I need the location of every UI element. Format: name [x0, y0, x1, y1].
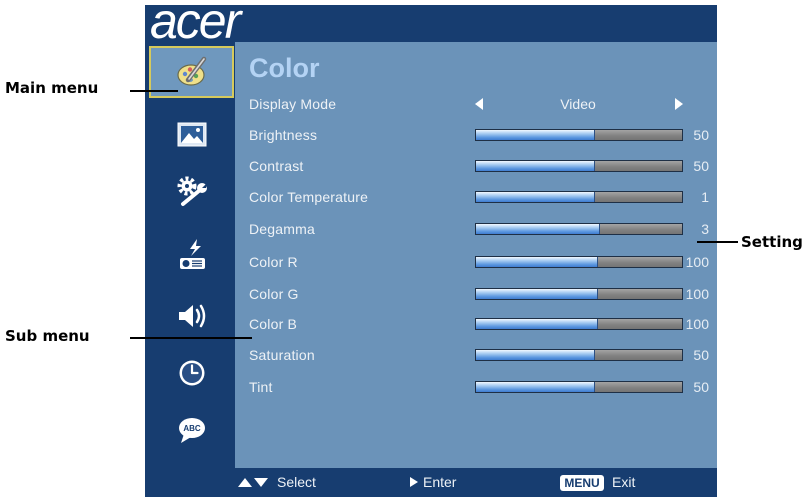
- color-g-slider[interactable]: [475, 288, 683, 300]
- timer-icon: [179, 360, 204, 386]
- slider-fill: [476, 319, 598, 329]
- setting-row-saturation[interactable]: Saturation 50: [249, 347, 709, 363]
- settings-icon: [177, 176, 208, 206]
- slider-fill: [476, 350, 596, 360]
- osd-header: acer: [145, 5, 717, 42]
- sub-menu-panel: Color Display Mode Video Brightness 50 C…: [235, 42, 717, 468]
- slider-fill: [476, 382, 596, 392]
- contrast-slider[interactable]: [475, 160, 683, 172]
- osd-menu: acer ABC Color Display Mode Video Bright…: [145, 5, 717, 497]
- callout-line-sub-menu: [130, 337, 252, 339]
- setting-label: Contrast: [249, 158, 304, 174]
- callout-line-main-menu: [130, 90, 178, 92]
- setting-value: 50: [693, 347, 709, 363]
- display-mode-next-button[interactable]: [675, 96, 687, 112]
- setting-value: 100: [685, 286, 709, 302]
- footer-enter-hint: Enter: [423, 474, 457, 490]
- main-menu-item-language[interactable]: ABC: [149, 404, 234, 456]
- tint-slider[interactable]: [475, 381, 683, 393]
- color-r-slider[interactable]: [475, 256, 683, 268]
- setting-row-color-g[interactable]: Color G 100: [249, 286, 709, 302]
- slider-fill: [476, 289, 598, 299]
- acer-logo: acer: [150, 5, 241, 42]
- color-b-slider[interactable]: [475, 318, 683, 330]
- right-triangle-icon: [675, 98, 683, 110]
- setting-label: Degamma: [249, 221, 315, 237]
- main-menu-item-timer[interactable]: [149, 347, 234, 399]
- left-triangle-icon: [475, 98, 483, 110]
- main-menu-sidebar: ABC: [145, 42, 235, 468]
- callout-line-setting: [697, 241, 738, 243]
- slider-fill: [476, 192, 596, 202]
- audio-icon: [178, 304, 205, 328]
- callout-sub-menu: Sub menu: [5, 327, 90, 345]
- callout-main-menu: Main menu: [5, 79, 99, 97]
- setting-value: 50: [693, 127, 709, 143]
- brightness-slider[interactable]: [475, 129, 683, 141]
- setting-value: 1: [701, 189, 709, 205]
- main-menu-item-image[interactable]: [149, 109, 234, 161]
- setting-label: Brightness: [249, 127, 318, 143]
- setting-label: Color B: [249, 316, 298, 332]
- setting-value: 100: [685, 316, 709, 332]
- degamma-slider[interactable]: [475, 223, 683, 235]
- footer-select-hint: Select: [277, 474, 316, 490]
- sub-menu-title: Color: [249, 53, 320, 83]
- setting-value: 100: [685, 254, 709, 270]
- saturation-slider[interactable]: [475, 349, 683, 361]
- slider-fill: [476, 257, 598, 267]
- right-triangle-icon: [410, 477, 418, 487]
- setting-label: Tint: [249, 379, 273, 395]
- callout-setting: Setting: [741, 233, 803, 251]
- footer-exit-hint: Exit: [612, 474, 636, 490]
- setting-row-brightness[interactable]: Brightness 50: [249, 127, 709, 143]
- slider-fill: [476, 161, 596, 171]
- language-icon-glyph: ABC: [183, 424, 201, 433]
- main-menu-item-audio[interactable]: [149, 290, 234, 342]
- setting-value: 50: [693, 379, 709, 395]
- setting-row-tint[interactable]: Tint 50: [249, 379, 709, 395]
- display-mode-prev-button[interactable]: [475, 96, 487, 112]
- setting-row-contrast[interactable]: Contrast 50: [249, 158, 709, 174]
- setting-value: 50: [693, 158, 709, 174]
- setting-label: Color G: [249, 286, 299, 302]
- setting-row-color-temperature[interactable]: Color Temperature 1: [249, 189, 709, 205]
- management-icon: [179, 239, 205, 269]
- setting-row-display-mode[interactable]: Display Mode Video: [249, 96, 709, 112]
- language-icon: ABC: [178, 418, 205, 443]
- slider-fill: [476, 130, 596, 140]
- setting-label: Display Mode: [249, 96, 337, 112]
- display-mode-value: Video: [560, 96, 596, 112]
- color-icon: [176, 56, 206, 86]
- slider-fill: [476, 224, 600, 234]
- setting-value: 3: [701, 221, 709, 237]
- setting-label: Saturation: [249, 347, 315, 363]
- setting-row-color-r[interactable]: Color R 100: [249, 254, 709, 270]
- setting-row-degamma[interactable]: Degamma 3: [249, 221, 709, 237]
- setting-row-color-b[interactable]: Color B 100: [249, 316, 709, 332]
- menu-key-badge: MENU: [560, 475, 604, 491]
- osd-footer: Select Enter MENU Exit: [145, 468, 717, 497]
- setting-label: Color R: [249, 254, 298, 270]
- setting-label: Color Temperature: [249, 189, 369, 205]
- image-icon: [177, 122, 206, 147]
- main-menu-item-management[interactable]: [149, 229, 234, 281]
- color-temperature-slider[interactable]: [475, 191, 683, 203]
- main-menu-item-settings[interactable]: [149, 165, 234, 217]
- up-down-arrows-icon: [238, 478, 270, 487]
